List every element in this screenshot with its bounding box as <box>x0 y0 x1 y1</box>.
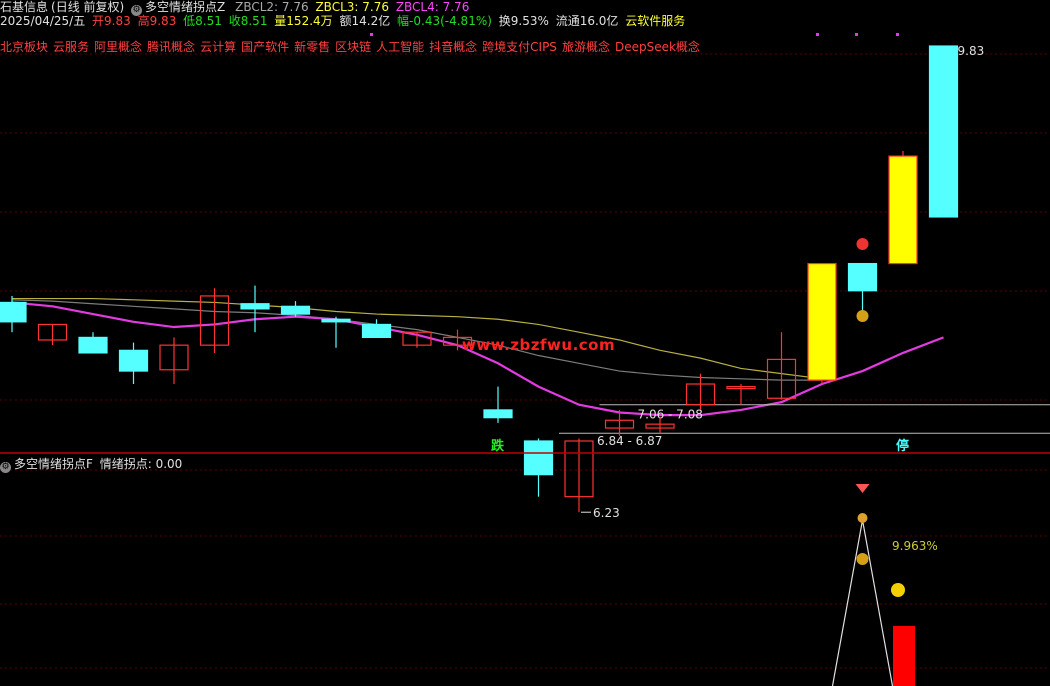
chart-annotations: 6.23 9.83 跌 停 <box>370 33 984 520</box>
signal-dot <box>855 33 858 36</box>
amount: 额14.2亿 <box>339 14 391 28</box>
moving-averages <box>11 297 944 417</box>
concept-tag[interactable]: 区块链 <box>335 40 371 54</box>
high-label: 9.83 <box>958 44 985 58</box>
grid-lines <box>0 53 1050 669</box>
turnover: 换9.53% <box>498 14 549 28</box>
change: 幅-0.43(-4.81%) <box>397 14 492 28</box>
signal-dot <box>896 33 899 36</box>
concept-tag[interactable]: 新零售 <box>294 40 330 54</box>
trade-date: 2025/04/25/五 <box>0 14 86 28</box>
indicator-bar <box>893 626 915 686</box>
concept-tag[interactable]: 阿里概念 <box>94 40 142 54</box>
zbcl2-value: ZBCL2: 7.76 <box>235 0 309 14</box>
period-label[interactable]: (日线 前复权) <box>51 0 124 14</box>
peak-label: 9.963% <box>892 539 938 553</box>
sub-indicator-value: 情绪拐点: 0.00 <box>99 457 183 471</box>
concept-tag[interactable]: 人工智能 <box>376 40 424 54</box>
concept-tag[interactable]: 旅游概念 <box>562 40 610 54</box>
candle-body <box>888 155 918 265</box>
stock-name[interactable]: 石基信息 <box>0 0 48 14</box>
sub-indicator-pane: 9.963% <box>831 484 938 686</box>
support-levels: 7.06 - 7.08 6.84 - 6.87 <box>559 404 1050 448</box>
sub-indicator-name[interactable]: 多空情绪拐点F <box>14 457 93 471</box>
candle-body <box>483 409 513 419</box>
signal-marker: 跌 <box>491 438 505 454</box>
sector[interactable]: 云软件服务 <box>625 14 685 28</box>
concept-tag[interactable]: DeepSeek概念 <box>615 40 700 54</box>
low-label: 6.23 <box>593 506 620 520</box>
indicator-line <box>831 519 894 686</box>
money-bag-icon <box>856 310 869 322</box>
indicator-name[interactable]: ⚙ 多空情绪拐点Z <box>131 0 228 16</box>
candle-body <box>118 349 149 372</box>
candle-body <box>928 45 959 218</box>
ohlc-row: 2025/04/25/五 开9.83 高9.83 低8.51 收8.51 量15… <box>0 14 688 29</box>
smile-icon <box>891 583 905 597</box>
ma-line-magenta <box>11 301 944 417</box>
high-price: 高9.83 <box>137 14 177 28</box>
candle-body <box>361 323 392 338</box>
candle-body <box>523 440 554 476</box>
open-price: 开9.83 <box>92 14 131 28</box>
settings-icon[interactable]: ⚙ <box>0 462 11 473</box>
concept-tag[interactable]: 跨境支付CIPS <box>482 40 557 54</box>
candle-body <box>847 262 878 292</box>
fire-icon <box>856 238 869 250</box>
sub-indicator-header: ⚙ 多空情绪拐点F 情绪拐点: 0.00 <box>0 457 185 473</box>
concept-tags: 北京板块 云服务 阿里概念 腾讯概念 云计算 国产软件 新零售 区块链 人工智能 抖音概念 跨境支付… <box>0 40 705 55</box>
signal-dot <box>370 33 373 36</box>
concept-tag[interactable]: 云服务 <box>53 40 89 54</box>
trophy-icon <box>857 513 868 523</box>
watermark: www.zbzfwu.com <box>462 336 616 354</box>
concept-tag[interactable]: 抖音概念 <box>429 40 477 54</box>
concept-tag[interactable]: 云计算 <box>200 40 236 54</box>
candle-body <box>240 303 270 310</box>
candle-body <box>0 301 27 323</box>
money-bag-icon <box>856 553 869 565</box>
candle-body <box>807 262 837 381</box>
concept-tag[interactable]: 国产软件 <box>241 40 289 54</box>
candlesticks <box>0 45 959 513</box>
zbcl3-value: ZBCL3: 7.76 <box>315 0 389 14</box>
concept-tag[interactable]: 腾讯概念 <box>147 40 195 54</box>
diamond-icon <box>855 484 870 493</box>
support-level-label: 7.06 - 7.08 <box>638 408 703 422</box>
signal-dot <box>816 33 819 36</box>
float-shares: 流通16.0亿 <box>555 14 619 28</box>
low-price: 低8.51 <box>183 14 222 28</box>
candle-body <box>321 318 351 323</box>
candle-body <box>78 336 108 354</box>
volume: 量152.4万 <box>274 14 333 28</box>
candle-body <box>280 305 311 315</box>
zbcl4-value: ZBCL4: 7.76 <box>395 0 470 14</box>
support-level-label: 6.84 - 6.87 <box>597 434 662 448</box>
close-price: 收8.51 <box>228 14 268 28</box>
signal-marker: 停 <box>896 438 909 454</box>
concept-tag[interactable]: 北京板块 <box>0 40 48 54</box>
